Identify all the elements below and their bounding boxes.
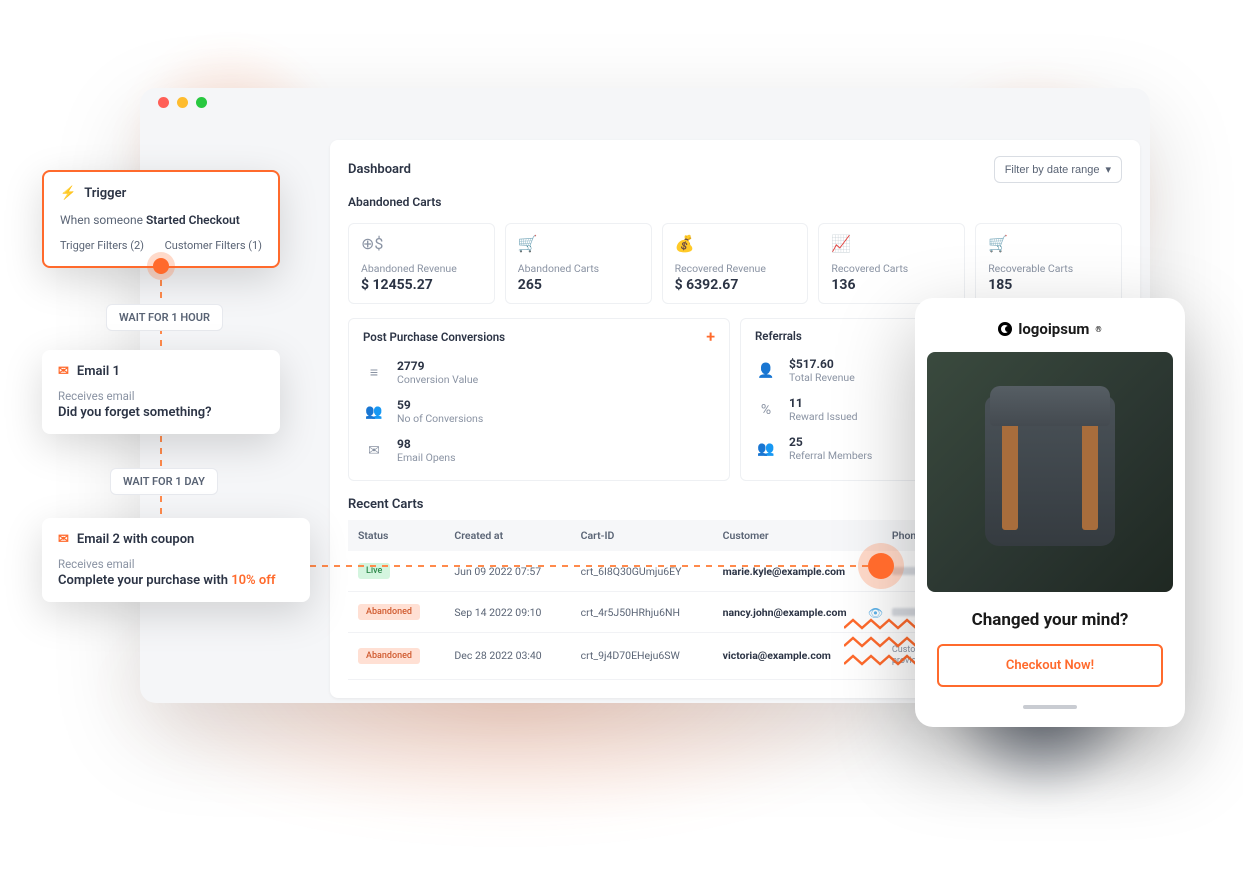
cell-cart-id: crt_4r5J50HRhju6NH (571, 592, 713, 633)
referrals-title: Referrals (755, 329, 802, 343)
cell-created: Dec 28 2022 03:40 (444, 633, 570, 680)
stat-label: Recovered Carts (831, 262, 952, 275)
email-2-title: Email 2 with coupon (77, 532, 194, 547)
logo-icon (998, 322, 1012, 336)
percent-icon: % (755, 399, 777, 421)
trigger-title: Trigger (84, 186, 126, 201)
email-opens-row: ✉ 98 Email Opens (363, 431, 715, 470)
minimize-window-dot[interactable] (177, 97, 188, 108)
horizontal-connector (310, 565, 875, 567)
product-image (927, 352, 1173, 592)
metric-value: 11 (789, 396, 858, 410)
col-status[interactable]: Status (348, 520, 444, 551)
cart-recoverable-icon: 🛒 (988, 234, 1109, 254)
lightning-icon: ⚡ (60, 186, 76, 201)
metric-label: Reward Issued (789, 410, 858, 423)
filter-date-range-button[interactable]: Filter by date range ▾ (994, 156, 1122, 183)
wait-1-day-pill[interactable]: WAIT FOR 1 DAY (110, 468, 218, 495)
cell-cart-id: crt_6I8Q30GUmju6EY (571, 551, 713, 592)
checkout-now-button[interactable]: Checkout Now! (937, 644, 1163, 687)
dashboard-title: Dashboard (348, 162, 411, 177)
flow-start-dot (153, 258, 169, 274)
mail-icon: ✉ (58, 364, 69, 379)
filter-label: Filter by date range (1005, 164, 1100, 176)
email-preview-card: logoipsum® Changed your mind? Checkout N… (915, 298, 1185, 727)
close-window-dot[interactable] (158, 97, 169, 108)
customer-filters[interactable]: Customer Filters (1) (165, 239, 262, 252)
email-2-sub: Receives email (58, 557, 294, 571)
user-dollar-icon: 👤 (755, 360, 777, 382)
chart-up-icon: 📈 (831, 234, 952, 254)
dollar-icon: ⊕$ (361, 234, 482, 254)
email-1-card[interactable]: ✉ Email 1 Receives email Did you forget … (42, 350, 280, 434)
preview-logo: logoipsum® (915, 298, 1185, 352)
window-titlebar (140, 88, 1150, 116)
metric-value: $517.60 (789, 357, 855, 371)
stack-icon: ≡ (363, 362, 385, 384)
stat-label: Abandoned Revenue (361, 262, 482, 275)
email-1-subject: Did you forget something? (58, 405, 264, 420)
conversions-card: Post Purchase Conversions + ≡ 2779 Conve… (348, 318, 730, 481)
col-customer[interactable]: Customer (713, 520, 882, 551)
metric-value: 2779 (397, 359, 478, 373)
metric-value: 25 (789, 435, 872, 449)
conversion-value-row: ≡ 2779 Conversion Value (363, 353, 715, 392)
metric-label: Referral Members (789, 449, 872, 462)
stat-value: 185 (988, 277, 1109, 293)
money-bag-icon: 💰 (675, 234, 796, 254)
stat-label: Recovered Revenue (675, 262, 796, 275)
chevron-down-icon: ▾ (1105, 163, 1111, 176)
metric-label: Conversion Value (397, 373, 478, 386)
metric-label: Total Revenue (789, 371, 855, 384)
email-2-subject: Complete your purchase with 10% off (58, 573, 294, 588)
col-cart-id[interactable]: Cart-ID (571, 520, 713, 551)
home-indicator (1023, 705, 1077, 709)
metric-label: Email Opens (397, 451, 456, 464)
stat-value: 136 (831, 277, 952, 293)
zigzag-decoration (844, 618, 918, 672)
abandoned-carts-subtitle: Abandoned Carts (348, 195, 1122, 209)
wait-1-hour-pill[interactable]: WAIT FOR 1 HOUR (106, 304, 223, 331)
status-badge: Abandoned (358, 648, 420, 664)
preview-headline: Changed your mind? (915, 610, 1185, 630)
cell-customer: marie.kyle@example.com (713, 551, 882, 592)
cart-icon: 🛒 (518, 234, 639, 254)
people-icon: 👥 (363, 401, 385, 423)
email-1-sub: Receives email (58, 389, 264, 403)
stat-abandoned-carts[interactable]: 🛒 Abandoned Carts 265 (505, 223, 652, 304)
trigger-description: When someone Started Checkout (60, 211, 262, 229)
stat-label: Abandoned Carts (518, 262, 639, 275)
stat-recovered-carts[interactable]: 📈 Recovered Carts 136 (818, 223, 965, 304)
cell-created: Jun 09 2022 07:57 (444, 551, 570, 592)
trigger-filters[interactable]: Trigger Filters (2) (60, 239, 144, 252)
stat-recoverable-carts[interactable]: 🛒 Recoverable Carts 185 (975, 223, 1122, 304)
metric-label: No of Conversions (397, 412, 483, 425)
members-icon: 👥 (755, 438, 777, 460)
stat-recovered-revenue[interactable]: 💰 Recovered Revenue $ 6392.67 (662, 223, 809, 304)
mail-icon: ✉ (58, 532, 69, 547)
email-2-card[interactable]: ✉ Email 2 with coupon Receives email Com… (42, 518, 310, 602)
conversion-count-row: 👥 59 No of Conversions (363, 392, 715, 431)
stat-value: 265 (518, 277, 639, 293)
maximize-window-dot[interactable] (196, 97, 207, 108)
cell-created: Sep 14 2022 09:10 (444, 592, 570, 633)
stat-value: $ 12455.27 (361, 277, 482, 293)
stat-abandoned-revenue[interactable]: ⊕$ Abandoned Revenue $ 12455.27 (348, 223, 495, 304)
cell-cart-id: crt_9j4D70EHeju6SW (571, 633, 713, 680)
connector-dot (868, 553, 894, 579)
stat-value: $ 6392.67 (675, 277, 796, 293)
mail-icon: ✉ (363, 440, 385, 462)
stat-label: Recoverable Carts (988, 262, 1109, 275)
stat-cards-row: ⊕$ Abandoned Revenue $ 12455.27 🛒 Abando… (348, 223, 1122, 304)
col-created[interactable]: Created at (444, 520, 570, 551)
trigger-card[interactable]: ⚡ Trigger When someone Started Checkout … (42, 170, 280, 268)
add-icon[interactable]: + (706, 329, 715, 345)
metric-value: 98 (397, 437, 456, 451)
status-badge: Abandoned (358, 604, 420, 620)
email-1-title: Email 1 (77, 364, 120, 379)
metric-value: 59 (397, 398, 483, 412)
conversions-title: Post Purchase Conversions (363, 330, 505, 344)
recent-carts-title: Recent Carts (348, 497, 423, 512)
